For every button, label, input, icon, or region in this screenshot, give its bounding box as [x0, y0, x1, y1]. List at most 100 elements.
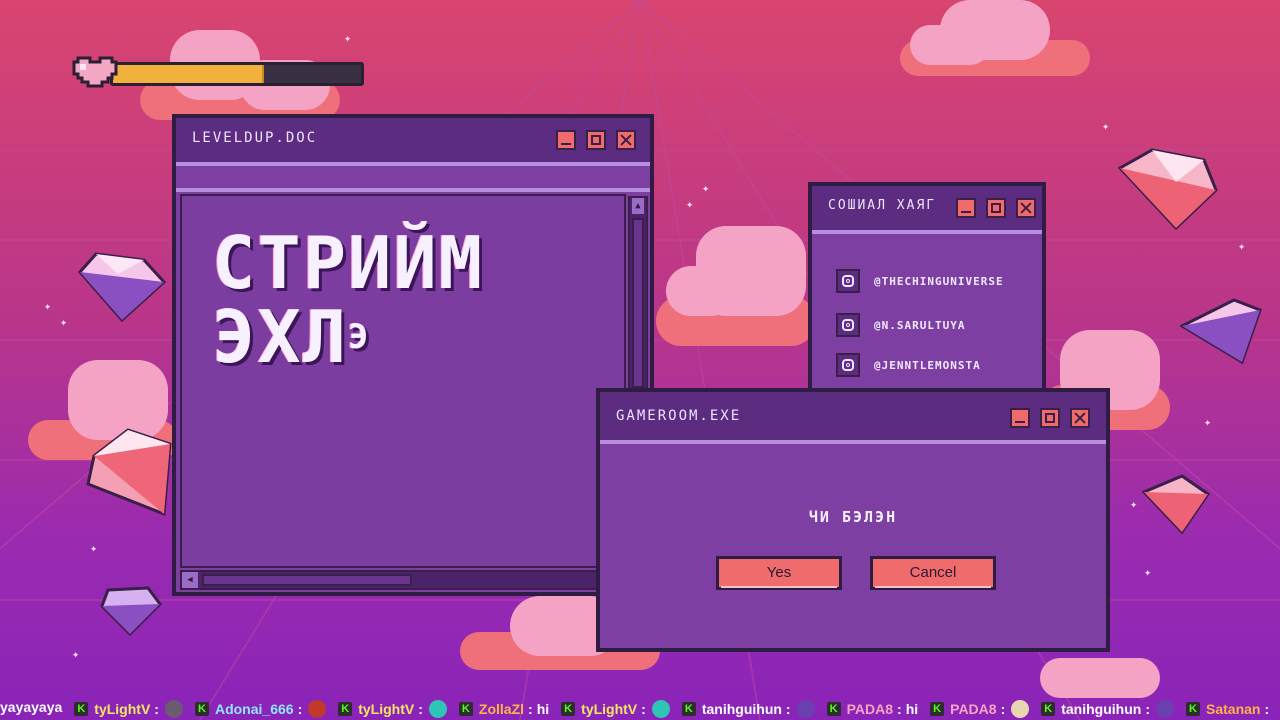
document-heading: СТРИЙМ ЭХЛЭ [212, 226, 484, 374]
gem-icon [1142, 474, 1210, 534]
window-title: СОШИАЛ ХАЯГ [828, 198, 937, 213]
emote-icon [651, 700, 670, 718]
chat-message: KtyLightV: [74, 696, 183, 720]
maximize-button[interactable] [586, 130, 606, 150]
kick-badge-icon: K [338, 702, 353, 716]
sparkle-icon: ✦ [1238, 239, 1246, 253]
social-window[interactable]: СОШИАЛ ХАЯГ @THECHINGUNIVERSE @N.SARULTU… [808, 182, 1046, 392]
heading-line-2: ЭХЛ [212, 295, 349, 379]
gem-icon [1180, 298, 1262, 365]
social-link[interactable]: @JENNTLEMONSTA [836, 352, 981, 378]
chat-separator: : [297, 701, 303, 717]
chat-username[interactable]: Adonai_666 [215, 701, 294, 717]
chat-message: KtyLightV: [561, 696, 670, 720]
kick-badge-icon: K [1186, 702, 1200, 716]
sparkle-icon: ✦ [60, 315, 68, 329]
kick-badge-icon: K [194, 702, 209, 716]
chat-separator: : [1145, 701, 1150, 717]
dialog-message: ЧИ БЭЛЭН [808, 508, 898, 526]
scroll-up-icon[interactable]: ▲ [632, 198, 644, 214]
chat-text: hi [905, 701, 919, 717]
chat-separator: : [785, 701, 791, 717]
titlebar[interactable]: LEVELDUP.DOC [176, 118, 650, 162]
emote-icon [308, 700, 327, 718]
close-button[interactable] [1070, 408, 1090, 428]
chat-separator: : [641, 701, 646, 717]
sparkle-icon: ✦ [344, 31, 352, 45]
yes-button[interactable]: Yes [716, 556, 842, 590]
heading-superscript: Э [348, 317, 371, 357]
chat-separator: : [897, 701, 902, 717]
emote-icon [1156, 700, 1174, 718]
maximize-button[interactable] [1040, 408, 1060, 428]
chat-separator: : [1264, 701, 1270, 717]
social-link[interactable]: @N.SARULTUYA [836, 312, 965, 338]
health-bar-fill [113, 65, 264, 83]
social-handle: @THECHINGUNIVERSE [874, 274, 1004, 288]
instagram-icon [836, 269, 860, 293]
kick-badge-icon: K [74, 702, 89, 716]
chat-username[interactable]: tyLightV [581, 701, 637, 717]
minimize-button[interactable] [1010, 408, 1030, 428]
emote-icon [796, 700, 815, 718]
chat-username[interactable]: tyLightV [94, 701, 150, 717]
close-button[interactable] [1016, 198, 1036, 218]
document-body[interactable]: СТРИЙМ ЭХЛЭ [180, 194, 626, 568]
chat-text: hi [536, 701, 550, 717]
divider [812, 230, 1042, 234]
social-handle: @N.SARULTUYA [874, 318, 966, 332]
chat-separator: : [154, 701, 159, 717]
sparkle-icon: ✦ [90, 541, 98, 555]
chat-username[interactable]: PADA8 [950, 701, 996, 717]
divider [176, 188, 650, 192]
instagram-icon [836, 313, 860, 337]
sparkle-icon: ✦ [702, 181, 710, 195]
cancel-button[interactable]: Cancel [870, 556, 996, 590]
chat-message: Ktanihguihun: [681, 696, 815, 720]
cloud [900, 0, 1090, 76]
chat-message: K Satanan: [1186, 696, 1269, 720]
gem-icon [100, 586, 162, 636]
chat-message: K ZollaZl: hi [458, 696, 550, 720]
health-bar-track [110, 62, 364, 86]
titlebar[interactable]: СОШИАЛ ХАЯГ [812, 186, 1042, 230]
instagram-icon [836, 353, 860, 377]
emote-icon [164, 700, 183, 718]
close-button[interactable] [616, 130, 636, 150]
chat-message: K PADA8: [930, 696, 1030, 720]
chat-separator: : [528, 701, 533, 717]
social-link[interactable]: @THECHINGUNIVERSE [836, 268, 1004, 294]
chat-username[interactable]: ZollaZl [479, 701, 524, 717]
chat-separator: : [418, 701, 423, 717]
divider [176, 162, 650, 166]
minimize-button[interactable] [556, 130, 576, 150]
scrollbar-thumb[interactable] [202, 574, 412, 586]
maximize-button[interactable] [986, 198, 1006, 218]
titlebar[interactable]: GAMEROOM.EXE [600, 392, 1106, 440]
kick-badge-icon: K [458, 702, 473, 716]
chat-text: yayayaya [0, 699, 63, 715]
chat-username[interactable]: Satanan [1206, 701, 1260, 717]
leveldup-doc-window[interactable]: LEVELDUP.DOC СТРИЙМ ЭХЛЭ ▲ ◀ [172, 114, 654, 596]
chat-username[interactable]: PADA8 [847, 701, 893, 717]
kick-badge-icon: K [930, 702, 945, 716]
sparkle-icon: ✦ [1102, 119, 1110, 133]
divider [600, 440, 1106, 444]
kick-badge-icon: K [561, 702, 576, 716]
gem-icon [86, 428, 172, 517]
minimize-button[interactable] [956, 198, 976, 218]
gameroom-dialog[interactable]: GAMEROOM.EXE ЧИ БЭЛЭН Yes Cancel [596, 388, 1110, 652]
chat-message: K Adonai_666: [194, 696, 327, 720]
heading-line-1: СТРИЙМ [212, 221, 485, 305]
chat-ticker: yayayaya KtyLightV: K Adonai_666: KtyLightV:… [0, 694, 1280, 720]
scrollbar-thumb[interactable] [632, 218, 644, 388]
health-bar [72, 54, 364, 90]
window-title: LEVELDUP.DOC [192, 130, 318, 146]
chat-username[interactable]: tanihguihun [702, 701, 782, 717]
chat-username[interactable]: tanihguihun [1061, 701, 1141, 717]
sparkle-icon: ✦ [44, 299, 52, 313]
horizontal-scrollbar[interactable]: ◀ [180, 570, 626, 590]
social-handle: @JENNTLEMONSTA [874, 358, 981, 372]
scroll-left-icon[interactable]: ◀ [182, 572, 198, 588]
chat-username[interactable]: tyLightV [358, 701, 414, 717]
